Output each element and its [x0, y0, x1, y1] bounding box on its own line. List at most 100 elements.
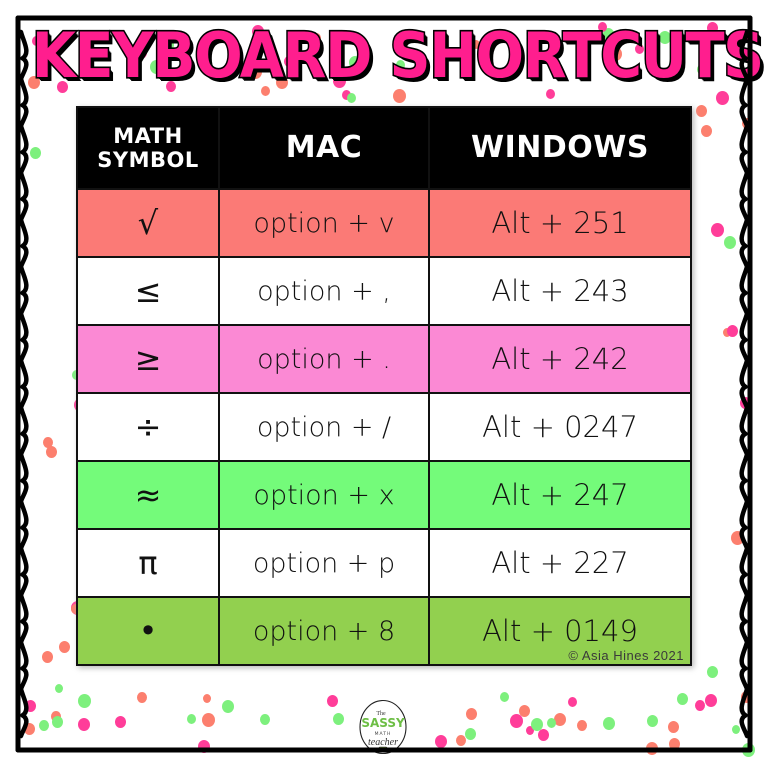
confetti-dot	[435, 735, 448, 749]
cell-windows-shortcut-text: Alt + 0247	[482, 410, 638, 444]
confetti-dot	[509, 714, 523, 728]
column-header-math-symbol: MATH SYMBOL	[76, 106, 220, 190]
confetti-dot	[538, 729, 550, 742]
confetti-dot	[136, 692, 147, 704]
cell-math-symbol-approximately-equal: ≈	[76, 460, 220, 530]
confetti-dot	[530, 718, 543, 732]
confetti-dot	[707, 666, 719, 679]
confetti-dot	[327, 695, 339, 708]
confetti-dot	[30, 146, 42, 159]
keyboard-shortcuts-table: MATH SYMBOL MAC WINDOWS √ option + v Alt +…	[76, 106, 692, 666]
confetti-dot	[694, 700, 705, 712]
confetti-dot	[77, 693, 91, 708]
confetti-dot	[466, 707, 477, 720]
confetti-dot	[46, 445, 58, 458]
confetti-dot	[197, 739, 210, 753]
cell-windows-shortcut-text: Alt + 251	[491, 206, 629, 240]
confetti-dot	[51, 710, 62, 722]
cell-windows-shortcut: Alt + 247	[428, 460, 692, 530]
logo-book-icon	[378, 746, 388, 753]
cell-math-symbol-division-sign: ÷	[76, 392, 220, 462]
confetti-dot	[696, 105, 708, 118]
confetti-dot	[23, 723, 35, 736]
logo-text-sassy: SASSY	[361, 716, 405, 730]
cell-mac-shortcut: option + /	[218, 392, 430, 462]
confetti-dot	[647, 715, 659, 728]
column-header-windows: WINDOWS	[428, 106, 692, 190]
cell-mac-shortcut: option + .	[218, 324, 430, 394]
table-row: ÷ option + / Alt + 0247	[76, 392, 692, 462]
confetti-dot	[547, 717, 557, 728]
table-row: ≥ option + . Alt + 242	[76, 324, 692, 394]
confetti-dot	[519, 705, 531, 718]
cell-math-symbol-square-root: √	[76, 188, 220, 258]
confetti-dot	[58, 640, 70, 653]
poster-canvas: KEYBOARD SHORTCUTS MATH SYMBOL MAC WINDO…	[0, 0, 768, 768]
confetti-dot	[740, 690, 752, 703]
cell-windows-shortcut: Alt + 227	[428, 528, 692, 598]
confetti-dot	[668, 721, 680, 734]
confetti-dot	[710, 222, 724, 237]
confetti-dot	[52, 715, 64, 728]
cell-math-symbol-pi: π	[76, 528, 220, 598]
confetti-dot	[38, 719, 49, 731]
confetti-dot	[730, 530, 744, 545]
table-header: MATH SYMBOL MAC WINDOWS	[76, 106, 692, 190]
cell-windows-shortcut: Alt + 0149 © Asia Hines 2021	[428, 596, 692, 666]
cell-windows-shortcut: Alt + 242	[428, 324, 692, 394]
confetti-dot	[645, 742, 658, 756]
table-row: √ option + v Alt + 251	[76, 188, 692, 258]
cell-mac-shortcut: option + ,	[218, 256, 430, 326]
cell-windows-shortcut-text: Alt + 243	[491, 274, 629, 308]
confetti-dot	[43, 437, 54, 449]
confetti-dot	[526, 725, 535, 735]
cell-windows-shortcut: Alt + 251	[428, 188, 692, 258]
confetti-dot	[722, 327, 731, 337]
confetti-dot	[739, 396, 751, 409]
confetti-dot	[202, 713, 216, 728]
sassy-math-teacher-logo: The SASSY MATH teacher	[359, 699, 407, 755]
cell-windows-shortcut-text: Alt + 0149	[482, 614, 638, 648]
table-row: • option + 8 Alt + 0149 © Asia Hines 2021	[76, 596, 692, 666]
cell-math-symbol-less-than-or-equal: ≤	[76, 256, 220, 326]
confetti-dot	[202, 694, 211, 704]
logo-text-teacher: teacher	[368, 737, 398, 748]
column-header-math-symbol-line1: MATH	[113, 124, 183, 148]
column-header-math-symbol-line2: SYMBOL	[97, 148, 199, 172]
confetti-dot	[732, 724, 741, 734]
table-row: ≤ option + , Alt + 243	[76, 256, 692, 326]
confetti-dot	[568, 696, 578, 707]
confetti-dot	[77, 717, 90, 731]
cell-windows-shortcut: Alt + 0247	[428, 392, 692, 462]
confetti-dot	[741, 118, 752, 130]
table-row: π option + p Alt + 227	[76, 528, 692, 598]
confetti-dot	[464, 727, 476, 740]
confetti-dot	[704, 694, 717, 708]
page-title: KEYBOARD SHORTCUTS	[30, 19, 765, 92]
cell-mac-shortcut: option + p	[218, 528, 430, 598]
confetti-dot	[346, 92, 356, 103]
column-header-mac: MAC	[218, 106, 430, 190]
cell-windows-shortcut-text: Alt + 247	[491, 478, 629, 512]
confetti-dot	[603, 716, 616, 730]
cell-mac-shortcut: option + v	[218, 188, 430, 258]
confetti-dot	[668, 737, 680, 750]
confetti-dot	[260, 714, 271, 726]
confetti-dot	[576, 720, 587, 732]
table-body: √ option + v Alt + 251 ≤ option + , Alt + 243…	[76, 188, 692, 666]
confetti-dot	[500, 692, 510, 703]
confetti-dot	[332, 713, 344, 726]
confetti-dot	[114, 716, 126, 729]
cell-mac-shortcut: option + x	[218, 460, 430, 530]
cell-windows-shortcut-text: Alt + 227	[491, 546, 629, 580]
cell-math-symbol-greater-than-or-equal: ≥	[76, 324, 220, 394]
confetti-dot	[455, 735, 466, 747]
confetti-dot	[554, 712, 567, 726]
cell-math-symbol-bullet-dot: •	[76, 596, 220, 666]
confetti-dot	[676, 692, 688, 705]
confetti-dot	[221, 700, 234, 714]
confetti-dot	[187, 714, 197, 725]
table-header-row: MATH SYMBOL MAC WINDOWS	[76, 106, 692, 190]
confetti-dot	[726, 325, 738, 338]
confetti-dot	[41, 651, 53, 664]
